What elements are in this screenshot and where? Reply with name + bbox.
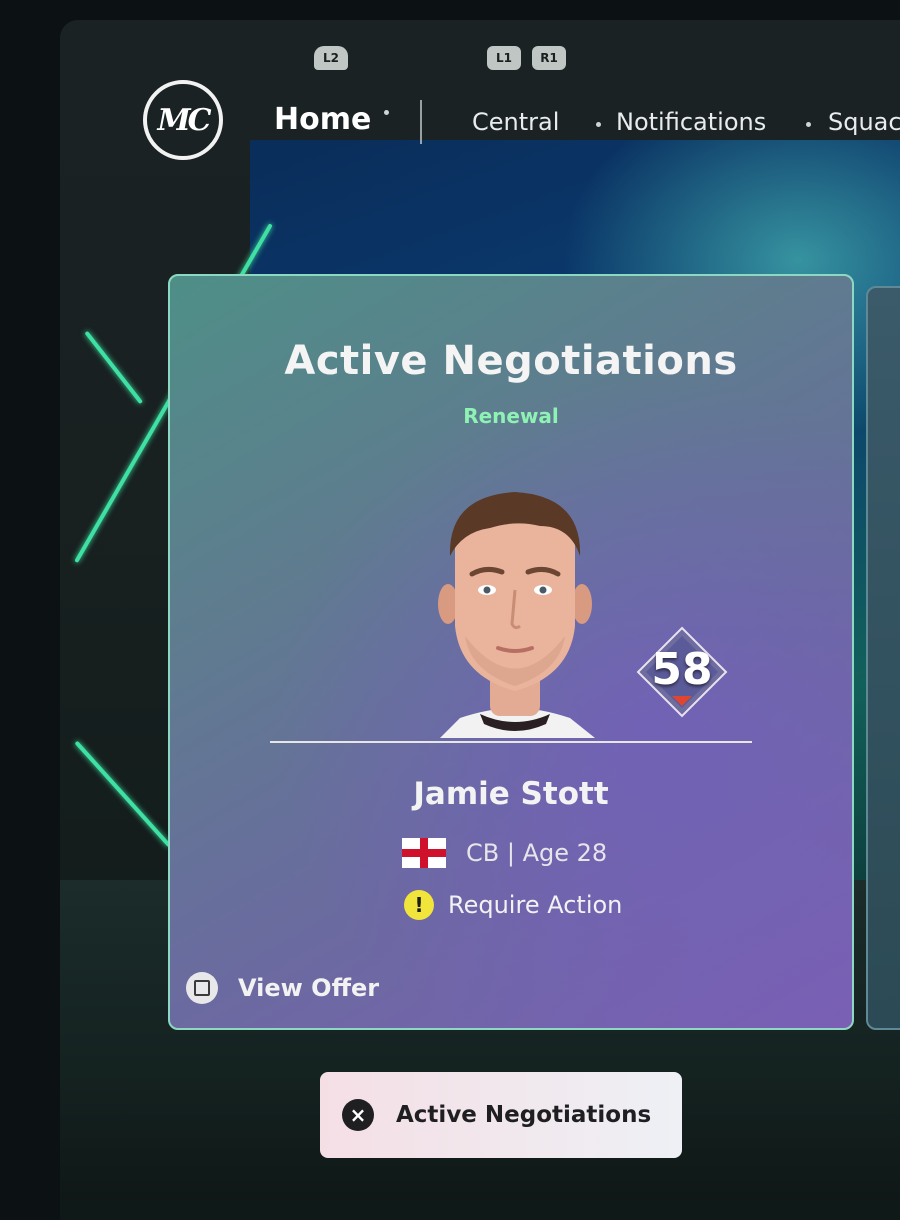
player-portrait [438,492,595,738]
tab-notifications[interactable]: Notifications [616,108,766,136]
active-negotiations-button-label: Active Negotiations [396,1102,652,1128]
view-offer-label: View Offer [238,974,380,1002]
nav-home[interactable]: Home [274,102,371,137]
nav-divider [420,100,422,144]
status-row: ! Require Action [404,890,622,920]
view-offer-button[interactable]: View Offer [186,972,379,1004]
player-position-age: CB | Age 28 [466,839,608,867]
player-meta-row: CB | Age 28 [402,836,607,870]
active-negotiations-card[interactable]: Active Negotiations Renewal 58 Jamie Sto… [168,274,854,1030]
england-flag-icon [402,838,446,868]
status-label: Require Action [448,891,623,919]
tab-squad[interactable]: Squac [828,108,900,136]
career-mode-logo: MC [143,80,223,160]
r1-button-hint: R1 [532,46,566,70]
x-button-icon: × [342,1099,374,1131]
l1-button-hint: L1 [487,46,521,70]
exclamation-icon: ! [404,890,434,920]
nav-separator-dot [596,122,601,127]
active-negotiations-button[interactable]: × Active Negotiations [320,1072,682,1158]
nav-separator-dot [806,122,811,127]
negotiation-type: Renewal [463,404,559,428]
tab-central[interactable]: Central [472,108,559,136]
player-rating: 58 [651,644,713,695]
card-title: Active Negotiations [284,338,738,384]
next-card-peek[interactable] [866,286,900,1030]
card-divider [270,741,752,743]
square-button-icon [186,972,218,1004]
l2-button-hint: L2 [314,46,348,70]
nav-separator-dot [384,110,389,115]
player-name: Jamie Stott [413,776,609,812]
